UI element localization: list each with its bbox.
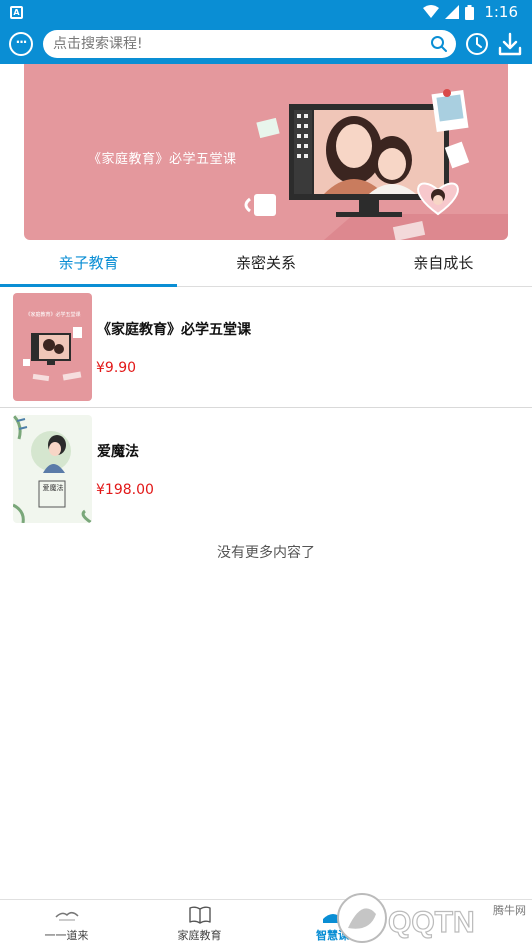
course-cover: 爱魔法 [13, 415, 92, 523]
course-item[interactable]: 《家庭教育》必学五堂课 《家庭教育》必学五堂课 ¥9.90 [0, 287, 532, 407]
course-title: 爱魔法 [97, 444, 139, 460]
nav-item-family-education[interactable]: 家庭教育 [133, 900, 266, 946]
signal-icon [445, 5, 460, 19]
battery-icon [465, 4, 475, 20]
ink-landscape-icon [54, 912, 79, 921]
banner-title: 《家庭教育》必学五堂课 [88, 152, 237, 167]
course-title: 《家庭教育》必学五堂课 [97, 322, 251, 338]
no-more-content-text: 没有更多内容了 [217, 545, 315, 561]
app-notification-icon: A [10, 6, 23, 19]
svg-text:QQTN: QQTN [388, 906, 475, 939]
wifi-icon [423, 5, 440, 18]
course-cover: 《家庭教育》必学五堂课 [13, 293, 92, 401]
nav-label: 家庭教育 [177, 929, 222, 942]
status-bar: A 1:16 [0, 0, 532, 26]
course-price: ¥9.90 [96, 360, 137, 376]
course-item[interactable]: 爱魔法 爱魔法 ¥198.00 [0, 409, 532, 529]
app-header: ··· [0, 26, 532, 64]
course-price: ¥198.00 [96, 482, 154, 498]
search-input[interactable] [53, 34, 423, 54]
search-icon[interactable] [430, 35, 448, 53]
course-cover-title: 《家庭教育》必学五堂课 [25, 312, 81, 318]
course-cover-illustration [23, 327, 82, 382]
tab-intimate-relationship[interactable]: 亲密关系 [177, 241, 354, 286]
status-time: 1:16 [484, 3, 518, 21]
nav-label: 一一道来 [44, 929, 89, 942]
promo-banner[interactable]: 《家庭教育》必学五堂课 [24, 64, 508, 240]
book-icon [188, 906, 211, 924]
download-icon[interactable] [497, 31, 523, 57]
more-menu-button[interactable]: ··· [9, 32, 33, 56]
qqtn-watermark: QQTN 腾牛网 [322, 888, 532, 946]
tab-parent-child-education[interactable]: 亲子教育 [0, 241, 178, 287]
tab-self-growth[interactable]: 亲自成长 [355, 241, 532, 286]
history-clock-icon[interactable] [465, 32, 489, 56]
watermark-brand: 腾牛网 [493, 904, 526, 917]
search-bar[interactable] [43, 30, 456, 58]
category-tabs: 亲子教育 亲密关系 亲自成长 [0, 241, 532, 287]
list-divider [0, 407, 532, 408]
course-cover-illustration [13, 415, 92, 523]
course-cover-title: 爱魔法 [42, 484, 64, 492]
nav-item-yiyi-daolai[interactable]: 一一道来 [0, 900, 133, 946]
